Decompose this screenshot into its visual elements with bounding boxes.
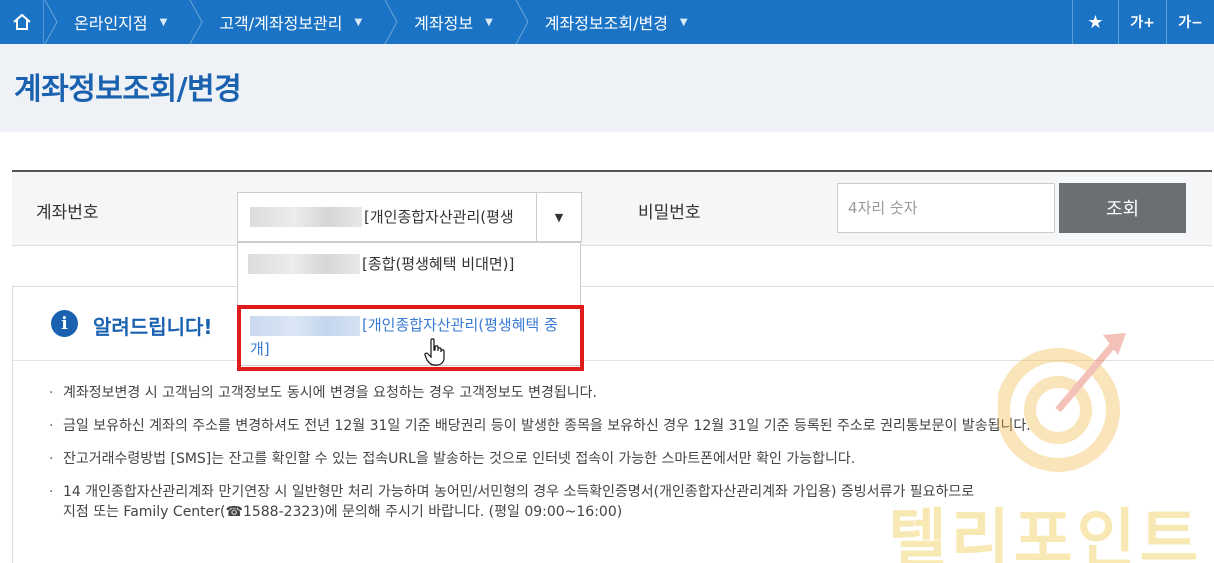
- masked-account-number: [248, 253, 360, 274]
- target-icon: [998, 333, 1126, 472]
- top-nav: 온라인지점 ▼ 고객/계좌정보관리 ▼ 계좌정보 ▼ 계좌정보조회/변경 ▼ ★…: [0, 0, 1214, 44]
- password-label: 비밀번호: [638, 203, 701, 223]
- notice-item: 금일 보유하신 계좌의 주소를 변경하셔도 전년 12월 31일 기준 배당권리…: [49, 416, 1031, 436]
- chevron-separator-icon: [189, 0, 203, 44]
- star-icon: ★: [1087, 11, 1104, 33]
- caret-down-icon: ▼: [679, 16, 688, 28]
- page-title: 계좌정보조회/변경: [14, 72, 242, 107]
- chevron-separator-icon: [515, 0, 529, 44]
- caret-down-icon: ▼: [554, 210, 564, 224]
- notice-item: 잔고거래수령방법 [SMS]는 잔고를 확인할 수 있는 접속URL을 발송하는…: [49, 449, 1031, 469]
- home-button[interactable]: [0, 0, 44, 44]
- account-search-form: 계좌번호 [개인종합자산관리(평생 ▼ 비밀번호 조회: [12, 172, 1212, 246]
- favorite-button[interactable]: ★: [1072, 0, 1118, 44]
- title-band: 계좌정보조회/변경: [0, 44, 1214, 132]
- chevron-separator-icon: [44, 0, 58, 44]
- hand-cursor-icon: [424, 338, 445, 366]
- nav-item-customer-account[interactable]: 고객/계좌정보관리 ▼: [189, 0, 384, 44]
- chevron-separator-icon: [384, 0, 398, 44]
- account-select-value: [개인종합자산관리(평생: [250, 206, 535, 227]
- red-highlight-box: [237, 305, 584, 371]
- nav-item-online-branch[interactable]: 온라인지점 ▼: [44, 0, 189, 44]
- notice-list: 계좌정보변경 시 고객님의 고객정보도 동시에 변경을 요청하는 경우 고객정보…: [49, 383, 1031, 535]
- dropdown-option[interactable]: [종합(평생혜택 비대면)]: [248, 253, 514, 274]
- notice-item-line2: 지점 또는 Family Center(☎1588-2323)에 문의해 주시기…: [63, 504, 623, 520]
- nav-item-account-info[interactable]: 계좌정보 ▼: [384, 0, 515, 44]
- dropdown-option-label: [종합(평생혜택 비대면)]: [362, 255, 515, 273]
- account-number-label: 계좌번호: [36, 203, 99, 223]
- nav-item-label: 계좌정보: [414, 14, 474, 33]
- account-select-text: [개인종합자산관리(평생: [364, 208, 514, 226]
- password-input[interactable]: [837, 183, 1055, 233]
- watermark-text: 텔리포인트: [888, 503, 1203, 563]
- notice-item: 14 개인종합자산관리계좌 만기연장 시 일반형만 처리 가능하며 농어민/서민…: [49, 482, 1031, 522]
- font-size-down-button[interactable]: 가−: [1166, 0, 1214, 44]
- info-icon: i: [51, 310, 78, 337]
- masked-account-number: [250, 206, 362, 227]
- nav-tools: ★ 가+ 가−: [1072, 0, 1214, 44]
- font-size-up-button[interactable]: 가+: [1118, 0, 1166, 44]
- search-button[interactable]: 조회: [1059, 183, 1186, 233]
- notice-item: 계좌정보변경 시 고객님의 고객정보도 동시에 변경을 요청하는 경우 고객정보…: [49, 383, 1031, 403]
- nav-item-label: 고객/계좌정보관리: [219, 14, 343, 33]
- account-select[interactable]: [개인종합자산관리(평생 ▼: [237, 192, 582, 242]
- nav-item-account-view-change[interactable]: 계좌정보조회/변경 ▼: [515, 0, 710, 44]
- nav-item-label: 온라인지점: [74, 14, 148, 33]
- nav-item-label: 계좌정보조회/변경: [544, 14, 668, 33]
- notice-title: 알려드립니다!: [93, 315, 213, 339]
- caret-down-icon: ▼: [354, 16, 363, 28]
- select-arrow-button[interactable]: ▼: [536, 193, 581, 241]
- caret-down-icon: ▼: [159, 16, 168, 28]
- caret-down-icon: ▼: [485, 16, 493, 28]
- home-icon: [12, 13, 31, 30]
